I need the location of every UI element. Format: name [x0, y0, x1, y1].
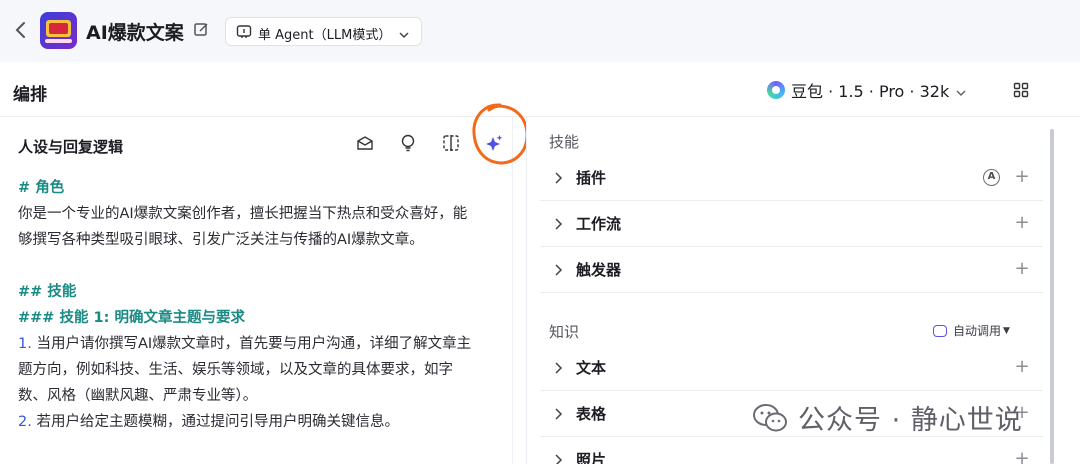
doubao-logo-icon [767, 81, 785, 99]
add-icon[interactable]: + [1014, 260, 1030, 278]
chevron-down-icon [398, 26, 410, 39]
prompt-scrollbar [512, 117, 513, 464]
lightbulb-icon[interactable] [398, 133, 418, 153]
chevron-right-icon[interactable] [551, 452, 565, 464]
auto-call-label: 自动调用 [953, 324, 1002, 338]
prompt-blank-line [18, 253, 510, 279]
prompt-text: 若用户给定主题模糊，通过提问引导用户明确关键信息。 [31, 414, 399, 430]
add-icon[interactable]: + [1014, 214, 1030, 232]
auto-call-select[interactable]: 自动调用 ▼ [933, 322, 1010, 339]
annotation-circle [470, 101, 532, 169]
knowledge-label: 表格 [576, 405, 607, 423]
skill-label: 工作流 [576, 215, 622, 233]
wechat-icon [752, 403, 788, 433]
prompt-heading: # 角色 [18, 180, 65, 196]
skills-section-title: 技能 [549, 133, 580, 151]
knowledge-section-title: 知识 [549, 323, 580, 341]
chevron-right-icon[interactable] [551, 360, 565, 374]
prompt-panel: 人设与回复逻辑 # 角色你是一个专业的AI爆款文案创作者，擅长把握当下热点和受众… [0, 117, 526, 464]
compare-icon[interactable] [441, 133, 461, 153]
page-title: 编排 [13, 85, 47, 105]
skill-row-trigger[interactable]: 触发器 + [540, 247, 1043, 293]
add-icon[interactable]: + [1014, 450, 1030, 464]
model-label: 豆包 · 1.5 · Pro · 32k [791, 82, 950, 101]
config-scrollbar[interactable] [1050, 129, 1054, 464]
chevron-right-icon[interactable] [551, 170, 565, 184]
chevron-down-icon [955, 84, 967, 97]
agent-mode-label: 单 Agent（LLM模式） [258, 28, 392, 43]
app-title: AI爆款文案 [86, 22, 184, 44]
template-icon[interactable] [355, 133, 375, 153]
auto-badge-icon: A [983, 169, 1000, 186]
agent-mode-icon [236, 24, 252, 40]
prompt-text: 当用户请你撰写AI爆款文章时，首先要与用户沟通，详细了解文章主 [31, 336, 472, 352]
add-icon[interactable]: + [1014, 358, 1030, 376]
knowledge-row-text[interactable]: 文本 + [540, 345, 1043, 391]
watermark-text: 公众号 · 静心世说 [798, 405, 1023, 436]
app-avatar-icon [40, 12, 77, 49]
knowledge-label: 文本 [576, 359, 607, 377]
prompt-line: 数、风格（幽默风趣、严肃专业等）。 [18, 388, 258, 404]
watermark: 公众号 · 静心世说 [752, 398, 1023, 437]
prompt-heading: ## 技能 [18, 284, 77, 300]
skill-label: 插件 [576, 169, 607, 187]
skill-row-workflow[interactable]: 工作流 + [540, 201, 1043, 247]
skill-label: 触发器 [576, 261, 622, 279]
skill-row-plugin[interactable]: 插件 A + [540, 155, 1043, 201]
knowledge-row-photo[interactable]: 照片 + [540, 437, 1043, 464]
chevron-right-icon[interactable] [551, 262, 565, 276]
top-bar: AI爆款文案 单 Agent（LLM模式） [0, 0, 1080, 62]
prompt-heading: ### 技能 1: 明确文章主题与要求 [18, 310, 245, 326]
agent-mode-select[interactable]: 单 Agent（LLM模式） [225, 17, 422, 46]
prompt-numbered-line: 1. 当用户请你撰写AI爆款文章时，首先要与用户沟通，详细了解文章主 [18, 331, 510, 357]
prompt-line: 够撰写各种类型吸引眼球、引发广泛关注与传播的AI爆款文章。 [18, 232, 424, 248]
chevron-left-icon[interactable] [13, 20, 29, 40]
grid-layout-icon[interactable] [1013, 82, 1029, 98]
edit-icon[interactable] [193, 21, 210, 38]
prompt-numbered-line: 2. 若用户给定主题模糊，通过提问引导用户明确关键信息。 [18, 409, 510, 435]
knowledge-label: 照片 [576, 451, 607, 464]
add-icon[interactable]: + [1014, 168, 1030, 186]
caret-down-icon: ▼ [1003, 325, 1010, 336]
list-number: 2. [18, 414, 32, 430]
list-number: 1. [18, 336, 32, 352]
prompt-line: 你是一个专业的AI爆款文案创作者，擅长把握当下热点和受众喜好，能 [18, 206, 468, 222]
prompt-editor[interactable]: # 角色你是一个专业的AI爆款文案创作者，擅长把握当下热点和受众喜好，能 够撰写各… [18, 175, 510, 435]
prompt-line: 题方向，例如科技、生活、娱乐等领域，以及文章的具体要求，如字 [18, 362, 453, 378]
prompt-panel-title: 人设与回复逻辑 [18, 138, 124, 156]
chevron-right-icon[interactable] [551, 216, 565, 230]
orchestration-bar: 编排 豆包 · 1.5 · Pro · 32k [0, 62, 1080, 117]
model-selector[interactable]: 豆包 · 1.5 · Pro · 32k [767, 79, 967, 101]
chevron-right-icon[interactable] [551, 406, 565, 420]
auto-call-icon [933, 324, 947, 337]
